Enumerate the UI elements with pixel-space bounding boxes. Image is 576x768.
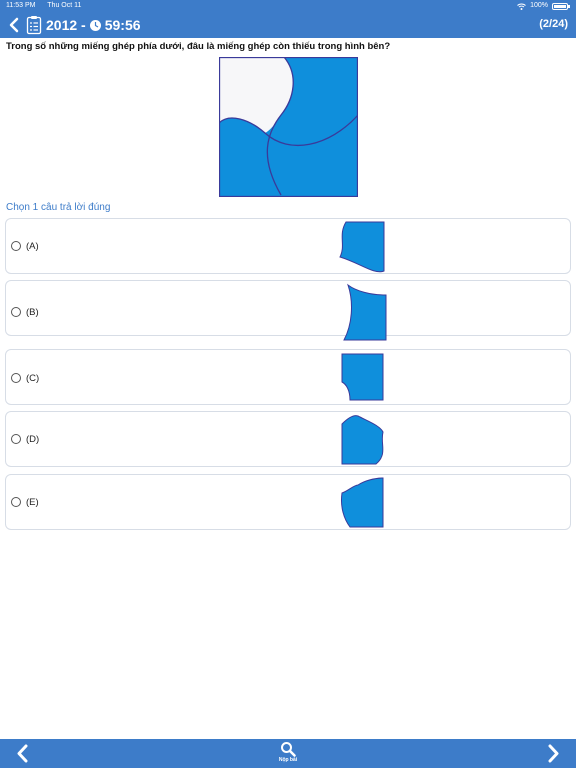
- radio-button[interactable]: [11, 241, 21, 251]
- clock-icon: [89, 19, 101, 31]
- top-navigation-bar: 2012 - 59:56 (2/24): [0, 12, 576, 38]
- clipboard-list-icon: [26, 16, 42, 35]
- puzzle-piece-d: [341, 415, 384, 465]
- question-progress: (2/24): [539, 18, 568, 30]
- puzzle-piece-c: [341, 353, 384, 401]
- countdown-timer: 59:56: [104, 17, 141, 33]
- puzzle-figure: [219, 57, 358, 197]
- radio-button[interactable]: [11, 434, 21, 444]
- page-title: 2012 - 59:56: [46, 16, 141, 34]
- option-label: (B): [26, 307, 39, 318]
- exam-year: 2012 -: [46, 17, 86, 33]
- puzzle-piece-b: [343, 283, 387, 341]
- answer-instruction: Chọn 1 câu trả lời đúng: [6, 202, 111, 213]
- radio-button[interactable]: [11, 497, 21, 507]
- search-icon: [281, 742, 296, 757]
- option-label: (A): [26, 241, 39, 252]
- question-text: Trong số những miếng ghép phía dưới, đâu…: [6, 41, 391, 52]
- battery-icon: [552, 2, 570, 10]
- puzzle-piece-a: [339, 221, 385, 273]
- bottom-toolbar: Nộp bài: [0, 739, 576, 768]
- status-bar: 11:53 PM Thu Oct 11 100%: [0, 0, 576, 12]
- option-a[interactable]: (A): [5, 218, 571, 274]
- option-e[interactable]: (E): [5, 474, 571, 530]
- option-c[interactable]: (C): [5, 349, 571, 405]
- radio-button[interactable]: [11, 373, 21, 383]
- submit-label: Nộp bài: [278, 757, 298, 763]
- option-label: (D): [26, 434, 40, 445]
- option-label: (E): [26, 497, 39, 508]
- battery-percent: 100%: [530, 2, 548, 9]
- option-b[interactable]: (B): [5, 280, 571, 341]
- puzzle-piece-e: [341, 477, 384, 528]
- submit-button[interactable]: Nộp bài: [275, 741, 301, 767]
- previous-question-icon[interactable]: [14, 743, 32, 764]
- next-question-icon[interactable]: [544, 743, 562, 764]
- status-date: Thu Oct 11: [47, 2, 82, 9]
- wifi-icon: [517, 3, 526, 10]
- radio-button[interactable]: [11, 307, 21, 317]
- option-d[interactable]: (D): [5, 411, 571, 467]
- back-chevron-icon[interactable]: [6, 15, 24, 35]
- status-time: 11:53 PM: [6, 2, 36, 9]
- option-label: (C): [26, 373, 40, 384]
